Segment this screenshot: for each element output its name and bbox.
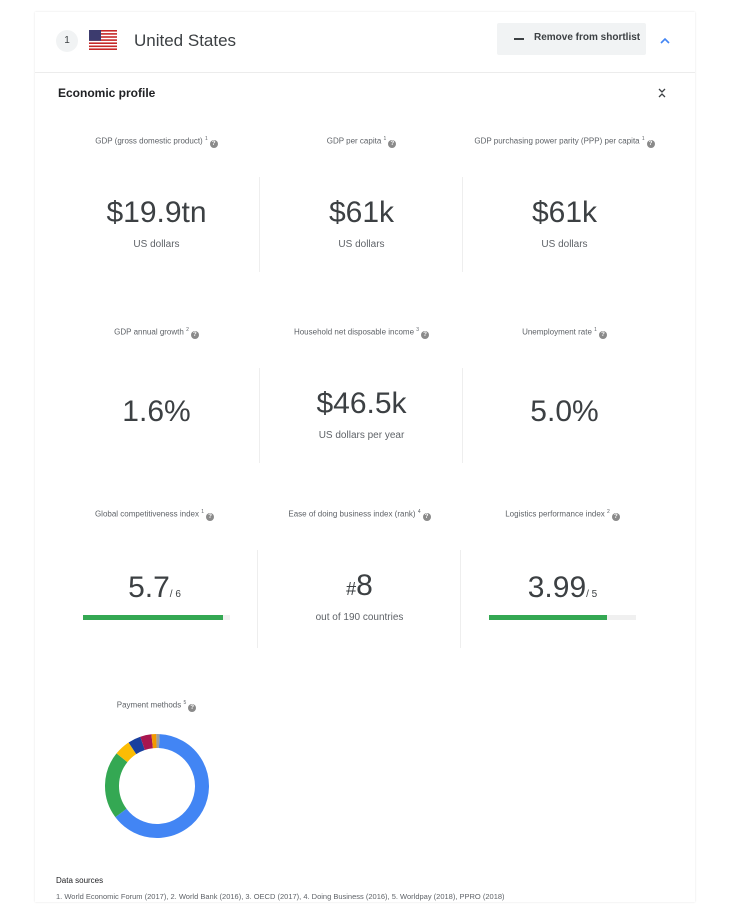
metric-unit: US dollars: [338, 239, 385, 250]
rank-badge: 1: [56, 30, 78, 52]
metric-value: 5.7/ 6: [128, 571, 181, 604]
metric-value: $61k: [531, 196, 598, 229]
progress-track: [83, 615, 230, 620]
progress-fill: [489, 615, 607, 620]
chevron-up-icon[interactable]: [658, 34, 672, 48]
metric-label: Payment methods 5?: [55, 698, 258, 712]
sources-text: 1. World Economic Forum (2017), 2. World…: [56, 892, 505, 901]
metric-logistics: Logistics performance index 2? 3.99/ 5: [461, 505, 664, 655]
metric-ease-business: Ease of doing business index (rank) 4? #…: [258, 505, 461, 655]
metric-unit: out of 190 countries: [315, 612, 404, 623]
help-icon[interactable]: ?: [611, 512, 620, 521]
help-icon[interactable]: ?: [388, 139, 397, 148]
payment-donut: [103, 732, 211, 840]
metric-label: Ease of doing business index (rank) 4?: [258, 507, 461, 521]
progress-fill: [83, 615, 223, 620]
donut-segment-3: [128, 736, 145, 755]
metric-label: GDP annual growth 2?: [55, 325, 258, 339]
metric-value: $19.9tn: [106, 196, 207, 229]
metric-gdp-ppp: GDP purchasing power parity (PPP) per ca…: [463, 132, 666, 282]
us-flag-icon: [89, 30, 117, 50]
donut-segment-2: [116, 742, 137, 763]
metric-denominator: / 6: [169, 589, 181, 600]
metric-label: Global competitiveness index 1?: [53, 507, 256, 521]
section-title: Economic profile: [58, 86, 156, 100]
donut-segment-4: [140, 734, 154, 751]
sources-title: Data sources: [56, 876, 104, 885]
metric-label: GDP (gross domestic product) 1?: [55, 134, 258, 148]
metric-unit: US dollars per year: [318, 430, 405, 441]
metric-value: $61k: [328, 196, 395, 229]
metric-value: 3.99/ 5: [527, 571, 598, 604]
metric-payment-methods: Payment methods 5?: [55, 696, 258, 726]
metric-label: GDP purchasing power parity (PPP) per ca…: [463, 134, 666, 148]
help-icon[interactable]: ?: [206, 512, 215, 521]
metric-value: $46.5k: [316, 387, 407, 420]
help-icon[interactable]: ?: [209, 139, 218, 148]
metric-label: Household net disposable income 3?: [260, 325, 463, 339]
metric-label: GDP per capita 1?: [260, 134, 463, 148]
remove-from-shortlist-button[interactable]: Remove from shortlist: [497, 23, 646, 55]
metric-household-income: Household net disposable income 3? $46.5…: [260, 323, 463, 473]
metric-unit: US dollars: [541, 239, 588, 250]
metric-gdp-per-capita: GDP per capita 1? $61k US dollars: [260, 132, 463, 282]
metric-gdp-growth: GDP annual growth 2? 1.6%: [55, 323, 258, 473]
help-icon[interactable]: ?: [190, 330, 199, 339]
help-icon[interactable]: ?: [188, 703, 197, 712]
help-icon[interactable]: ?: [421, 330, 430, 339]
country-header: 1 United States Remove from shortlist: [35, 12, 695, 73]
collapse-icon[interactable]: [655, 86, 669, 100]
rank-hash: #: [346, 579, 357, 599]
help-icon[interactable]: ?: [598, 330, 607, 339]
payment-donut-chart: [105, 734, 209, 838]
remove-button-label: Remove from shortlist: [534, 32, 641, 43]
metric-value: #8: [346, 569, 373, 602]
metric-value: 5.0%: [530, 395, 599, 428]
metric-unemployment: Unemployment rate 1? 5.0%: [463, 323, 666, 473]
donut-segment-1: [105, 753, 128, 818]
help-icon[interactable]: ?: [422, 512, 431, 521]
metric-gdp: GDP (gross domestic product) 1? $19.9tn …: [55, 132, 258, 282]
help-icon[interactable]: ?: [646, 139, 655, 148]
country-name: United States: [134, 31, 237, 50]
metric-label: Logistics performance index 2?: [461, 507, 664, 521]
country-card: 1 United States Remove from shortlist Ec…: [35, 12, 695, 902]
metric-competitiveness: Global competitiveness index 1? 5.7/ 6: [53, 505, 256, 655]
metric-label: Unemployment rate 1?: [463, 325, 666, 339]
metric-unit: US dollars: [133, 239, 180, 250]
minus-icon: [514, 38, 524, 40]
metric-value: 1.6%: [122, 395, 191, 428]
progress-track: [489, 615, 636, 620]
metric-denominator: / 5: [586, 589, 598, 600]
